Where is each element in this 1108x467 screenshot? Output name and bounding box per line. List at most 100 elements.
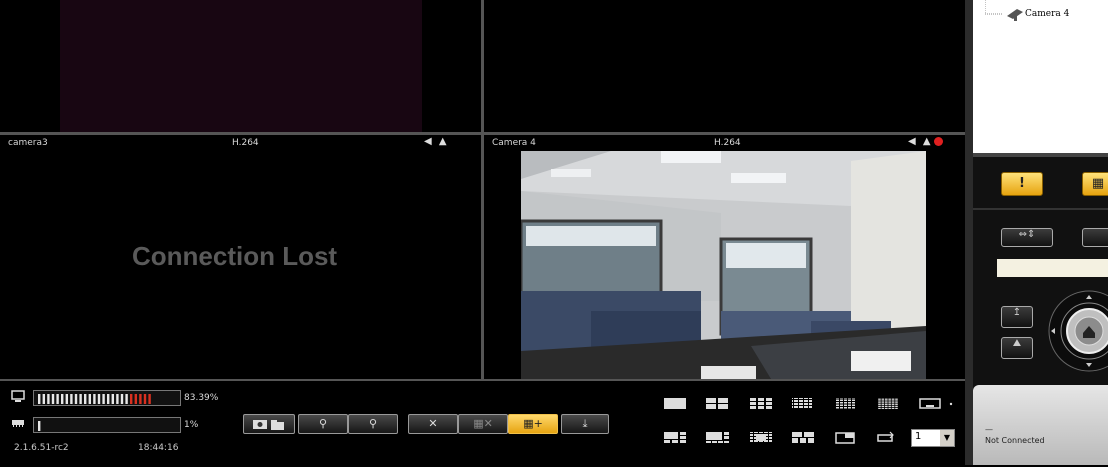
cpu-meter-segment — [97, 394, 101, 404]
cpu-meter-segment — [61, 394, 64, 404]
close-view-button[interactable]: ✕ — [408, 414, 458, 434]
video-frame — [60, 0, 422, 132]
version-label: 2.1.6.51-rc2 — [14, 443, 69, 453]
monitor-icon — [11, 390, 25, 402]
magnifier-icon: ⚲ — [368, 417, 378, 430]
cpu-meter-segment — [47, 394, 50, 404]
speaker-icon[interactable]: ◀ — [424, 136, 432, 147]
cpu-meter-segment — [88, 394, 91, 404]
tile-header: camera3 H.264 ◀ ▲ — [0, 135, 481, 151]
panel-edge — [965, 0, 973, 465]
cpu-percent: 83.39% — [184, 393, 219, 403]
camera-name: Camera 4 — [492, 138, 536, 148]
chevron-down-icon[interactable] — [949, 402, 953, 406]
ptz-joystick[interactable] — [1041, 287, 1108, 375]
cpu-meter-segment — [42, 394, 45, 404]
video-tile-1[interactable] — [0, 0, 481, 132]
cpu-meter-segment — [79, 394, 82, 404]
close-icon: ✕ — [428, 417, 438, 430]
memory-percent: 1% — [184, 420, 199, 430]
connection-lost-message: Connection Lost — [132, 241, 338, 271]
add-layout-icon: ▦+ — [523, 417, 543, 430]
close-all-icon: ▦✕ — [473, 417, 493, 430]
download-icon: ⤓ — [582, 417, 588, 430]
zoom-out-button[interactable]: ⚲ — [298, 414, 348, 434]
divider — [973, 153, 1108, 157]
cpu-meter-segment — [38, 394, 41, 404]
move-arrows-icon: ⇔⇕ — [1018, 229, 1036, 240]
tile-header: Camera 4 H.264 ◀ ▲ — [484, 135, 965, 151]
cpu-meter-bars — [38, 394, 151, 404]
sequence-interval-select[interactable]: 1 ▼ — [911, 429, 955, 447]
codec-label: H.264 — [232, 138, 259, 148]
cpu-meter-segment — [107, 394, 110, 404]
record-icon — [933, 136, 943, 146]
camera-snapshot-icon — [253, 420, 284, 430]
cpu-meter-segment — [102, 394, 105, 404]
layout-4x4-icon[interactable] — [792, 398, 812, 409]
cpu-meter-segment — [56, 394, 59, 404]
ptz-rotate-button[interactable] — [1082, 228, 1108, 247]
tree-connector — [985, 0, 1023, 21]
add-view-button[interactable]: ▦+ — [508, 414, 558, 434]
snapshot-button[interactable] — [243, 414, 295, 434]
layout-1-plus-5-icon[interactable] — [664, 432, 686, 443]
ptz-preset-input[interactable] — [997, 259, 1108, 277]
cpu-meter-segment — [148, 394, 151, 404]
codec-label: H.264 — [714, 138, 741, 148]
memory-meter-bars — [38, 421, 41, 431]
alarm-button[interactable]: ! — [1001, 172, 1043, 196]
ptz-status-panel: — Not Connected — [973, 385, 1108, 465]
focus-far-button[interactable]: ⛰ — [1001, 337, 1033, 359]
layout-wide-icon[interactable] — [919, 398, 941, 409]
video-tile-camera4[interactable]: Camera 4 H.264 ◀ ▲ — [484, 135, 965, 379]
cpu-meter-segment — [139, 394, 142, 404]
zoom-in-button[interactable]: ⚲ — [348, 414, 398, 434]
live-video-frame — [521, 151, 926, 379]
cpu-meter-segment — [84, 394, 87, 404]
speaker-icon[interactable]: ◀ — [908, 136, 916, 147]
focus-icon: ↥ — [1012, 307, 1022, 318]
warning-icon: ▲ — [922, 136, 931, 147]
layout-6x6-icon[interactable] — [878, 398, 898, 409]
layout-2-plus-icon[interactable] — [792, 432, 814, 443]
warning-icon: ▲ — [438, 136, 447, 147]
cpu-meter-segment — [65, 394, 68, 404]
camera-name: camera3 — [8, 138, 48, 148]
picture-in-picture-icon[interactable] — [835, 432, 855, 444]
chevron-down-icon[interactable]: ▼ — [940, 430, 954, 446]
layout-1x1-icon[interactable] — [664, 398, 686, 409]
memory-meter — [33, 417, 181, 433]
layout-2x2-icon[interactable] — [706, 398, 728, 409]
layout-1-plus-7-icon[interactable] — [706, 432, 729, 443]
divider — [973, 208, 1108, 210]
landscape-icon: ⛰ — [1012, 338, 1022, 349]
cpu-meter-segment — [120, 394, 124, 404]
clock-label: 18:44:16 — [138, 443, 179, 453]
tree-item-camera-4[interactable]: Camera 4 — [1025, 9, 1069, 19]
sequence-icon[interactable] — [877, 431, 894, 442]
layout-center-icon[interactable] — [750, 432, 772, 443]
layout-icons-row-2 — [664, 431, 894, 444]
connection-status: Not Connected — [985, 436, 1045, 445]
cpu-meter-segment — [111, 394, 114, 404]
download-button[interactable]: ⤓ — [561, 414, 609, 434]
cpu-meter-segment — [134, 394, 137, 404]
ptz-move-button[interactable]: ⇔⇕ — [1001, 228, 1053, 247]
cpu-meter-segment — [74, 394, 78, 404]
memory-icon — [12, 420, 24, 427]
select-value: 1 — [915, 431, 922, 442]
cpu-meter-segment — [130, 394, 133, 404]
right-panel: Camera 4 ! ▦ ⇔⇕ ↥ ⛰ — Not Connected — [965, 0, 1108, 465]
video-tile-2[interactable] — [484, 0, 965, 132]
close-all-button[interactable]: ▦✕ — [458, 414, 508, 434]
video-tile-camera3[interactable]: camera3 H.264 ◀ ▲ Connection Lost — [0, 135, 481, 379]
focus-near-button[interactable]: ↥ — [1001, 306, 1033, 328]
bottom-toolbar: 83.39% 1% 2.1.6.51-rc2 18:44:16 ⚲ ⚲ ✕ ▦✕… — [0, 379, 965, 467]
layout-button[interactable]: ▦ — [1082, 172, 1108, 196]
layout-3x3-icon[interactable] — [750, 398, 772, 409]
layout-5x5-icon[interactable] — [836, 398, 856, 409]
status-dash: — — [985, 425, 993, 434]
layout-icons-row-1 — [664, 398, 953, 409]
magnifier-icon: ⚲ — [318, 417, 328, 430]
